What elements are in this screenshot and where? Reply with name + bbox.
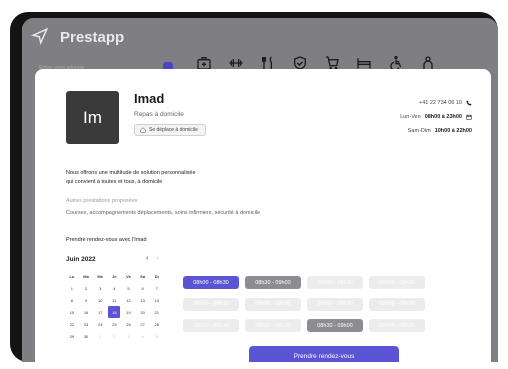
- calendar-day[interactable]: 13: [137, 294, 149, 306]
- provider-description: Nous offrons une multitude de solution p…: [66, 169, 286, 187]
- weekday-label: Ve: [126, 273, 131, 279]
- phone-number[interactable]: +41 22 734 06 10: [419, 100, 462, 106]
- description-line: Nous offrons une multitude de solution p…: [66, 170, 196, 176]
- calendar-week: 1234567: [66, 282, 165, 294]
- calendar-week: 22 23 24 25 26 27 28: [66, 318, 165, 330]
- provider-modal: Im Imad Repas à domicile Se déplace à do…: [35, 69, 491, 362]
- weekday-hours: 08h00 à 23h00: [424, 114, 462, 120]
- calendar-day-next-month[interactable]: 3: [123, 330, 135, 342]
- calendar-day[interactable]: 17: [94, 306, 106, 318]
- calendar-nav: ‹ ›: [146, 255, 159, 262]
- prev-month-button[interactable]: ‹: [146, 255, 148, 262]
- time-slot-disabled: 08h00 - 08h30: [307, 297, 363, 311]
- calendar-day[interactable]: 19: [123, 306, 135, 318]
- provider-name: Imad: [134, 91, 165, 106]
- calendar-day[interactable]: 6: [137, 282, 149, 294]
- calendar-day[interactable]: 5: [123, 282, 135, 294]
- weekday-hours-label: Lun-Ven: [400, 114, 421, 120]
- calendar-day[interactable]: 23: [80, 318, 92, 330]
- slot-row: 08h00 - 08h30 08h00 - 08h30 08h30 - 09h00 0…: [183, 319, 425, 332]
- calendar-day[interactable]: 3: [94, 282, 106, 294]
- calendar-day[interactable]: 16: [80, 306, 92, 318]
- time-slot-disabled: 08h00 - 08h30: [369, 319, 425, 332]
- weekday-label: Sa: [140, 273, 146, 279]
- calendar-weekdays: Lu Ma Me Je Ve Sa Di: [66, 270, 165, 282]
- calendar-day[interactable]: 27: [137, 318, 149, 330]
- calendar-day[interactable]: 1: [66, 282, 78, 294]
- time-slot-disabled: 08h00 - 08h30: [245, 297, 301, 311]
- calendar-day[interactable]: 4: [108, 282, 120, 294]
- calendar-week: 29 30 1 2 3 4 5: [66, 330, 165, 342]
- time-slot-disabled: 08h00 - 08h30: [369, 297, 425, 311]
- calendar-day-next-month[interactable]: 4: [137, 330, 149, 342]
- weekday-label: Je: [112, 273, 117, 279]
- calendar-day[interactable]: 21: [151, 306, 163, 318]
- calendar-day[interactable]: 26: [123, 318, 135, 330]
- app-screen: Prestapp Entrer votre adresse Im Imad Re…: [22, 18, 498, 362]
- weekday-label: Lu: [69, 273, 75, 279]
- weekend-hours: 10h00 à 22h00: [434, 128, 472, 134]
- time-slot-disabled: 08h00 - 08h30: [183, 319, 239, 332]
- provider-service: Repas à domicile: [134, 111, 184, 118]
- calendar-day[interactable]: 8: [66, 294, 78, 306]
- time-slot-disabled: 08h00 - 08h30: [183, 297, 239, 311]
- weekday-label: Me: [97, 273, 103, 279]
- avatar: Im: [66, 91, 119, 144]
- weekend-hours-label: Sam-Dim: [407, 128, 431, 134]
- calendar-day[interactable]: 28: [151, 318, 163, 330]
- home-visit-label: Se déplace à domicile: [149, 127, 198, 133]
- calendar-day-next-month[interactable]: 2: [108, 330, 120, 342]
- home-icon: [140, 127, 146, 133]
- time-slots: 08h00 - 08h30 08h30 - 09h00 08h00 - 08h30 0…: [183, 276, 425, 341]
- calendar-month: Juin 2022: [66, 256, 96, 263]
- weekday-label: Ma: [83, 273, 89, 279]
- app-title: Prestapp: [60, 29, 125, 46]
- calendar-week: 8 9 10 11 12 13 14: [66, 294, 165, 306]
- calendar-day[interactable]: 18: [108, 306, 121, 318]
- description-line: qui convient à toutes et tous, à domicil…: [66, 179, 163, 185]
- home-visit-badge: Se déplace à domicile: [134, 124, 206, 136]
- booking-title: Prendre rendez-vous avec l'Imad: [66, 237, 147, 243]
- calendar-day[interactable]: 11: [108, 294, 120, 306]
- phone-icon: [466, 100, 472, 106]
- calendar-day[interactable]: 12: [123, 294, 135, 306]
- contact-info: +41 22 734 06 10 Lun-Ven 08h00 à 23h00 S…: [400, 96, 472, 138]
- time-slot-available[interactable]: 08h30 - 09h00: [307, 319, 363, 332]
- slot-row: 08h00 - 08h30 08h30 - 09h00 08h00 - 08h30 0…: [183, 276, 425, 289]
- time-slot-disabled: 08h00 - 08h30: [307, 276, 363, 289]
- other-services-list: Courses, accompagnements déplacements, s…: [66, 210, 261, 216]
- time-slot-disabled: 08h00 - 08h30: [245, 319, 301, 332]
- calendar-day[interactable]: 10: [94, 294, 106, 306]
- calendar-day-next-month[interactable]: 1: [94, 330, 106, 342]
- calendar-icon: [466, 114, 472, 120]
- calendar-grid: Lu Ma Me Je Ve Sa Di 1 2 3 4 5 6 7 8 9 10 11 12 13 14 15 16 17 1…: [66, 270, 165, 342]
- other-services-label: Autres prestations proposées: [66, 198, 138, 204]
- next-month-button[interactable]: ›: [156, 255, 158, 262]
- weekday-label: Di: [154, 273, 159, 279]
- calendar-day[interactable]: 29: [66, 330, 78, 342]
- calendar-day[interactable]: 24: [94, 318, 106, 330]
- calendar-day[interactable]: 25: [108, 318, 120, 330]
- calendar-day-next-month[interactable]: 5: [151, 330, 163, 342]
- time-slot-disabled: 08h00 - 08h30: [369, 276, 425, 289]
- calendar-day[interactable]: 15: [66, 306, 78, 318]
- time-slot-selected[interactable]: 08h00 - 08h30: [183, 276, 239, 289]
- calendar-day[interactable]: 7: [151, 282, 163, 294]
- calendar-day[interactable]: 20: [137, 306, 149, 318]
- book-appointment-button[interactable]: Prendre rendez-vous: [249, 346, 399, 362]
- calendar-day[interactable]: 14: [151, 294, 163, 306]
- slot-row: 08h00 - 08h30 08h00 - 08h30 08h00 - 08h30 0…: [183, 297, 425, 311]
- calendar-day[interactable]: 9: [80, 294, 92, 306]
- time-slot-available[interactable]: 08h30 - 09h00: [245, 276, 301, 289]
- calendar-day[interactable]: 22: [66, 318, 78, 330]
- calendar-day[interactable]: 30: [80, 330, 92, 342]
- send-arrow-icon: [31, 27, 49, 45]
- calendar-day[interactable]: 2: [80, 282, 92, 294]
- calendar-week: 15 16 17 18 19 20 21: [66, 306, 165, 318]
